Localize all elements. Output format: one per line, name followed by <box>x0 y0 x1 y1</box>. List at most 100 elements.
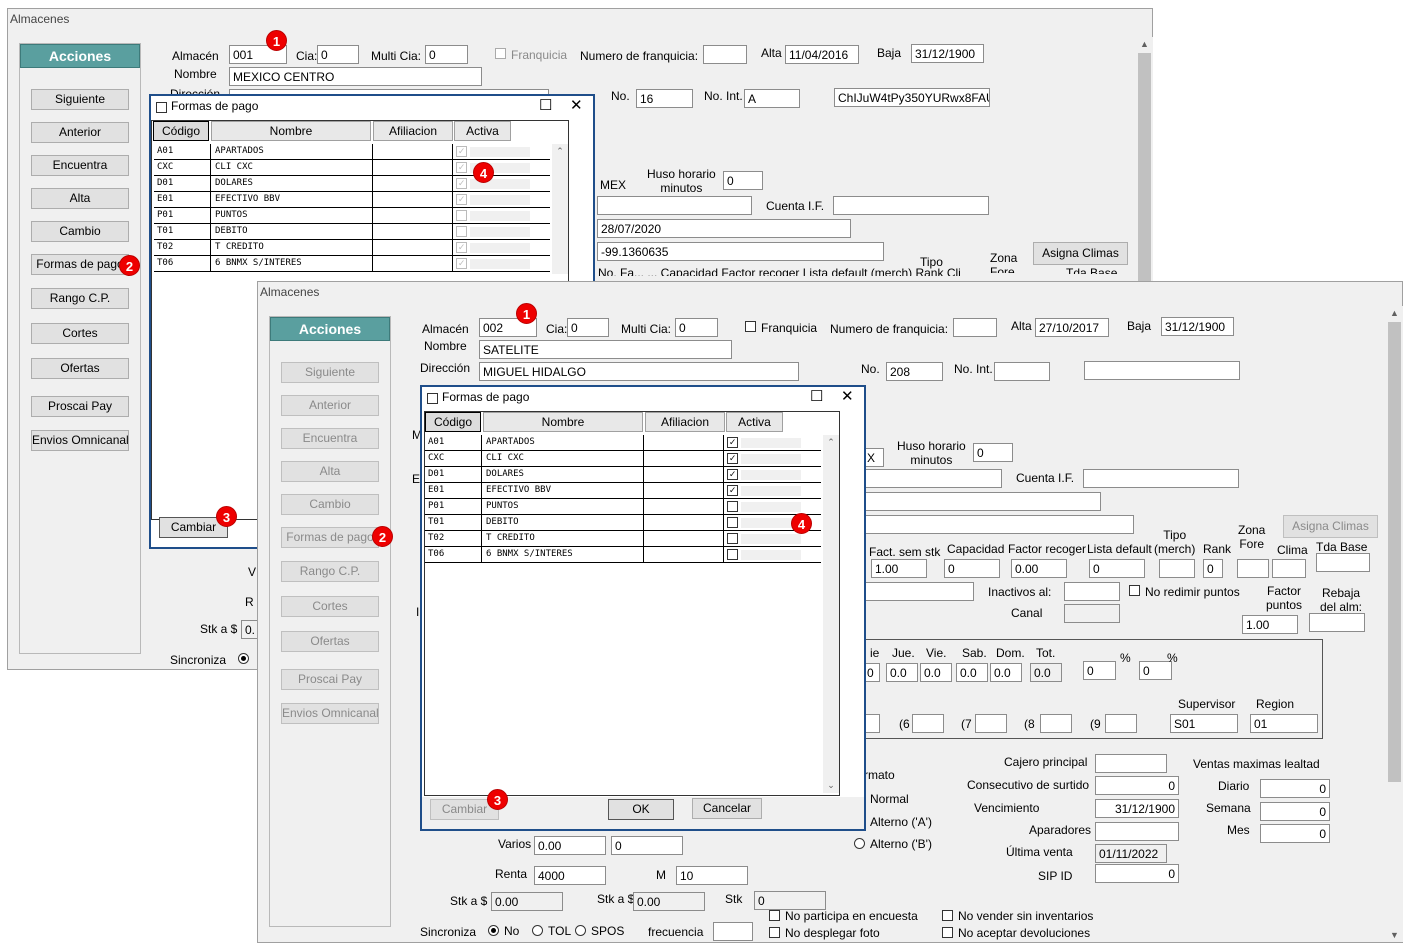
nopart-checkbox[interactable] <box>769 910 780 921</box>
factrec-field[interactable]: 0.00 <box>1011 559 1067 578</box>
tdabase-field[interactable] <box>1316 553 1370 572</box>
capacidad-field[interactable]: 0 <box>944 559 1000 578</box>
ofertas-button[interactable]: Ofertas <box>31 358 129 379</box>
numfranq-field[interactable] <box>703 45 747 64</box>
factsem-field[interactable]: 1.00 <box>871 559 927 578</box>
m2-field[interactable]: 10 <box>676 866 748 885</box>
region-field[interactable]: 01 <box>1250 714 1318 733</box>
cell-codigo[interactable]: A01 <box>425 435 482 450</box>
sinc-spos-radio[interactable] <box>575 925 586 936</box>
header-activa[interactable]: Activa <box>454 121 511 141</box>
siguiente-button[interactable]: Siguiente <box>31 89 129 110</box>
cuentaif-field[interactable] <box>833 196 989 215</box>
renta-field[interactable]: 4000 <box>534 866 606 885</box>
cia-field[interactable]: 0 <box>567 318 609 337</box>
table-row[interactable]: A01 APARTADOS ✓ <box>425 435 821 451</box>
day-field[interactable]: 0.0 <box>886 663 918 682</box>
alta-button[interactable]: Alta <box>281 461 379 482</box>
activa-checkbox[interactable] <box>727 517 738 528</box>
maximize-icon[interactable]: ☐ <box>810 387 823 405</box>
grid-scrollbar[interactable]: ⌃ ⌄ <box>823 435 839 793</box>
cell-nombre[interactable]: DOLARES <box>212 176 373 191</box>
encuentra-button[interactable]: Encuentra <box>281 428 379 449</box>
noredimir-checkbox[interactable] <box>1129 585 1140 596</box>
grid-scroll-up-icon[interactable]: ⌃ <box>552 146 568 157</box>
sinc-no-radio[interactable] <box>488 925 499 936</box>
rebaja-field[interactable] <box>1309 613 1365 632</box>
formas-de-pago-button[interactable]: Formas de pago <box>281 527 379 548</box>
header-activa[interactable]: Activa <box>726 412 783 432</box>
tipo-field[interactable] <box>1159 559 1195 578</box>
cortes-button[interactable]: Cortes <box>31 323 129 344</box>
scroll-thumb[interactable] <box>1388 322 1401 782</box>
venc-field[interactable]: 31/12/1900 <box>1095 799 1179 818</box>
cell-afiliacion[interactable] <box>374 256 453 271</box>
header-afiliacion[interactable]: Afiliacion <box>373 121 453 141</box>
huso-field[interactable]: 0 <box>723 171 763 190</box>
alta-field[interactable]: 27/10/2017 <box>1035 318 1109 337</box>
cell-afiliacion[interactable] <box>645 451 724 466</box>
close-icon[interactable]: ✕ <box>841 387 854 405</box>
cell-nombre[interactable]: EFECTIVO BBV <box>212 192 373 207</box>
anterior-button[interactable]: Anterior <box>281 395 379 416</box>
front-field-a[interactable] <box>864 469 1002 488</box>
day-field[interactable]: 0.0 <box>956 663 988 682</box>
proscai-pay-button[interactable]: Proscai Pay <box>31 396 129 417</box>
asigna-climas-button[interactable]: Asigna Climas <box>1033 242 1128 265</box>
scroll-down-icon[interactable]: ▼ <box>1386 930 1403 940</box>
apar-field[interactable] <box>1095 822 1179 841</box>
fecha-field[interactable]: 28/07/2020 <box>597 219 851 238</box>
cell-nombre[interactable]: CLI CXC <box>483 451 644 466</box>
multicia-field[interactable]: 0 <box>425 45 468 64</box>
inactivos-field[interactable] <box>1064 582 1120 601</box>
cell-codigo[interactable]: D01 <box>425 467 482 482</box>
cell-afiliacion[interactable] <box>645 515 724 530</box>
table-row[interactable]: P01 PUNTOS <box>154 208 550 224</box>
altB-radio[interactable] <box>854 838 865 849</box>
activa-checkbox[interactable]: ✓ <box>727 437 738 448</box>
table-row[interactable]: A01 APARTADOS ✓ <box>154 144 550 160</box>
cell-afiliacion[interactable] <box>645 531 724 546</box>
header-afiliacion[interactable]: Afiliacion <box>645 412 725 432</box>
activa-checkbox[interactable] <box>456 226 467 237</box>
scroll-up-icon[interactable]: ▲ <box>1136 39 1153 49</box>
cancelar-button[interactable]: Cancelar <box>692 798 762 819</box>
cell-nombre[interactable]: DEBITO <box>483 515 644 530</box>
cell-afiliacion[interactable] <box>374 144 453 159</box>
table-row[interactable]: CXC CLI CXC ✓ <box>425 451 821 467</box>
cell-codigo[interactable]: A01 <box>154 144 211 159</box>
cell-codigo[interactable]: T01 <box>425 515 482 530</box>
front-field-b[interactable] <box>864 492 1101 511</box>
cell-afiliacion[interactable] <box>645 435 724 450</box>
table-row[interactable]: T02 T CREDITO ✓ <box>154 240 550 256</box>
huso-field[interactable]: 0 <box>973 443 1013 462</box>
cambio-button[interactable]: Cambio <box>31 221 129 242</box>
cell-nombre[interactable]: 6 BNMX S/INTERES <box>212 256 373 271</box>
scroll-up-icon[interactable]: ▲ <box>1386 308 1403 318</box>
activa-checkbox[interactable]: ✓ <box>456 242 467 253</box>
semana-field[interactable]: 0 <box>1260 802 1330 821</box>
listadef-field[interactable]: 0 <box>1089 559 1145 578</box>
direccion-field[interactable]: MIGUEL HIDALGO <box>479 362 799 381</box>
encuentra-button[interactable]: Encuentra <box>31 155 129 176</box>
cell-nombre[interactable]: T CREDITO <box>483 531 644 546</box>
factpuntos-field[interactable]: 1.00 <box>1242 615 1298 634</box>
day-field[interactable]: 0.0 <box>920 663 952 682</box>
nodesp-checkbox[interactable] <box>769 927 780 938</box>
table-row[interactable]: T01 DEBITO <box>154 224 550 240</box>
place-id-field[interactable] <box>1084 361 1240 380</box>
table-row[interactable]: D01 DOLARES ✓ <box>425 467 821 483</box>
mes-field[interactable]: 0 <box>1260 824 1330 843</box>
cell-nombre[interactable]: PUNTOS <box>212 208 373 223</box>
consec-field[interactable]: 0 <box>1095 776 1179 795</box>
table-row[interactable]: E01 EFECTIVO BBV ✓ <box>425 483 821 499</box>
clima-field[interactable] <box>1272 559 1306 578</box>
activa-checkbox[interactable]: ✓ <box>456 178 467 189</box>
cell-afiliacion[interactable] <box>645 499 724 514</box>
field-7[interactable] <box>975 714 1007 733</box>
no-field[interactable]: 16 <box>636 89 693 108</box>
activa-checkbox[interactable] <box>727 533 738 544</box>
lon-field[interactable]: -99.1360635 <box>597 242 884 261</box>
cell-codigo[interactable]: T01 <box>154 224 211 239</box>
activa-checkbox[interactable] <box>456 210 467 221</box>
